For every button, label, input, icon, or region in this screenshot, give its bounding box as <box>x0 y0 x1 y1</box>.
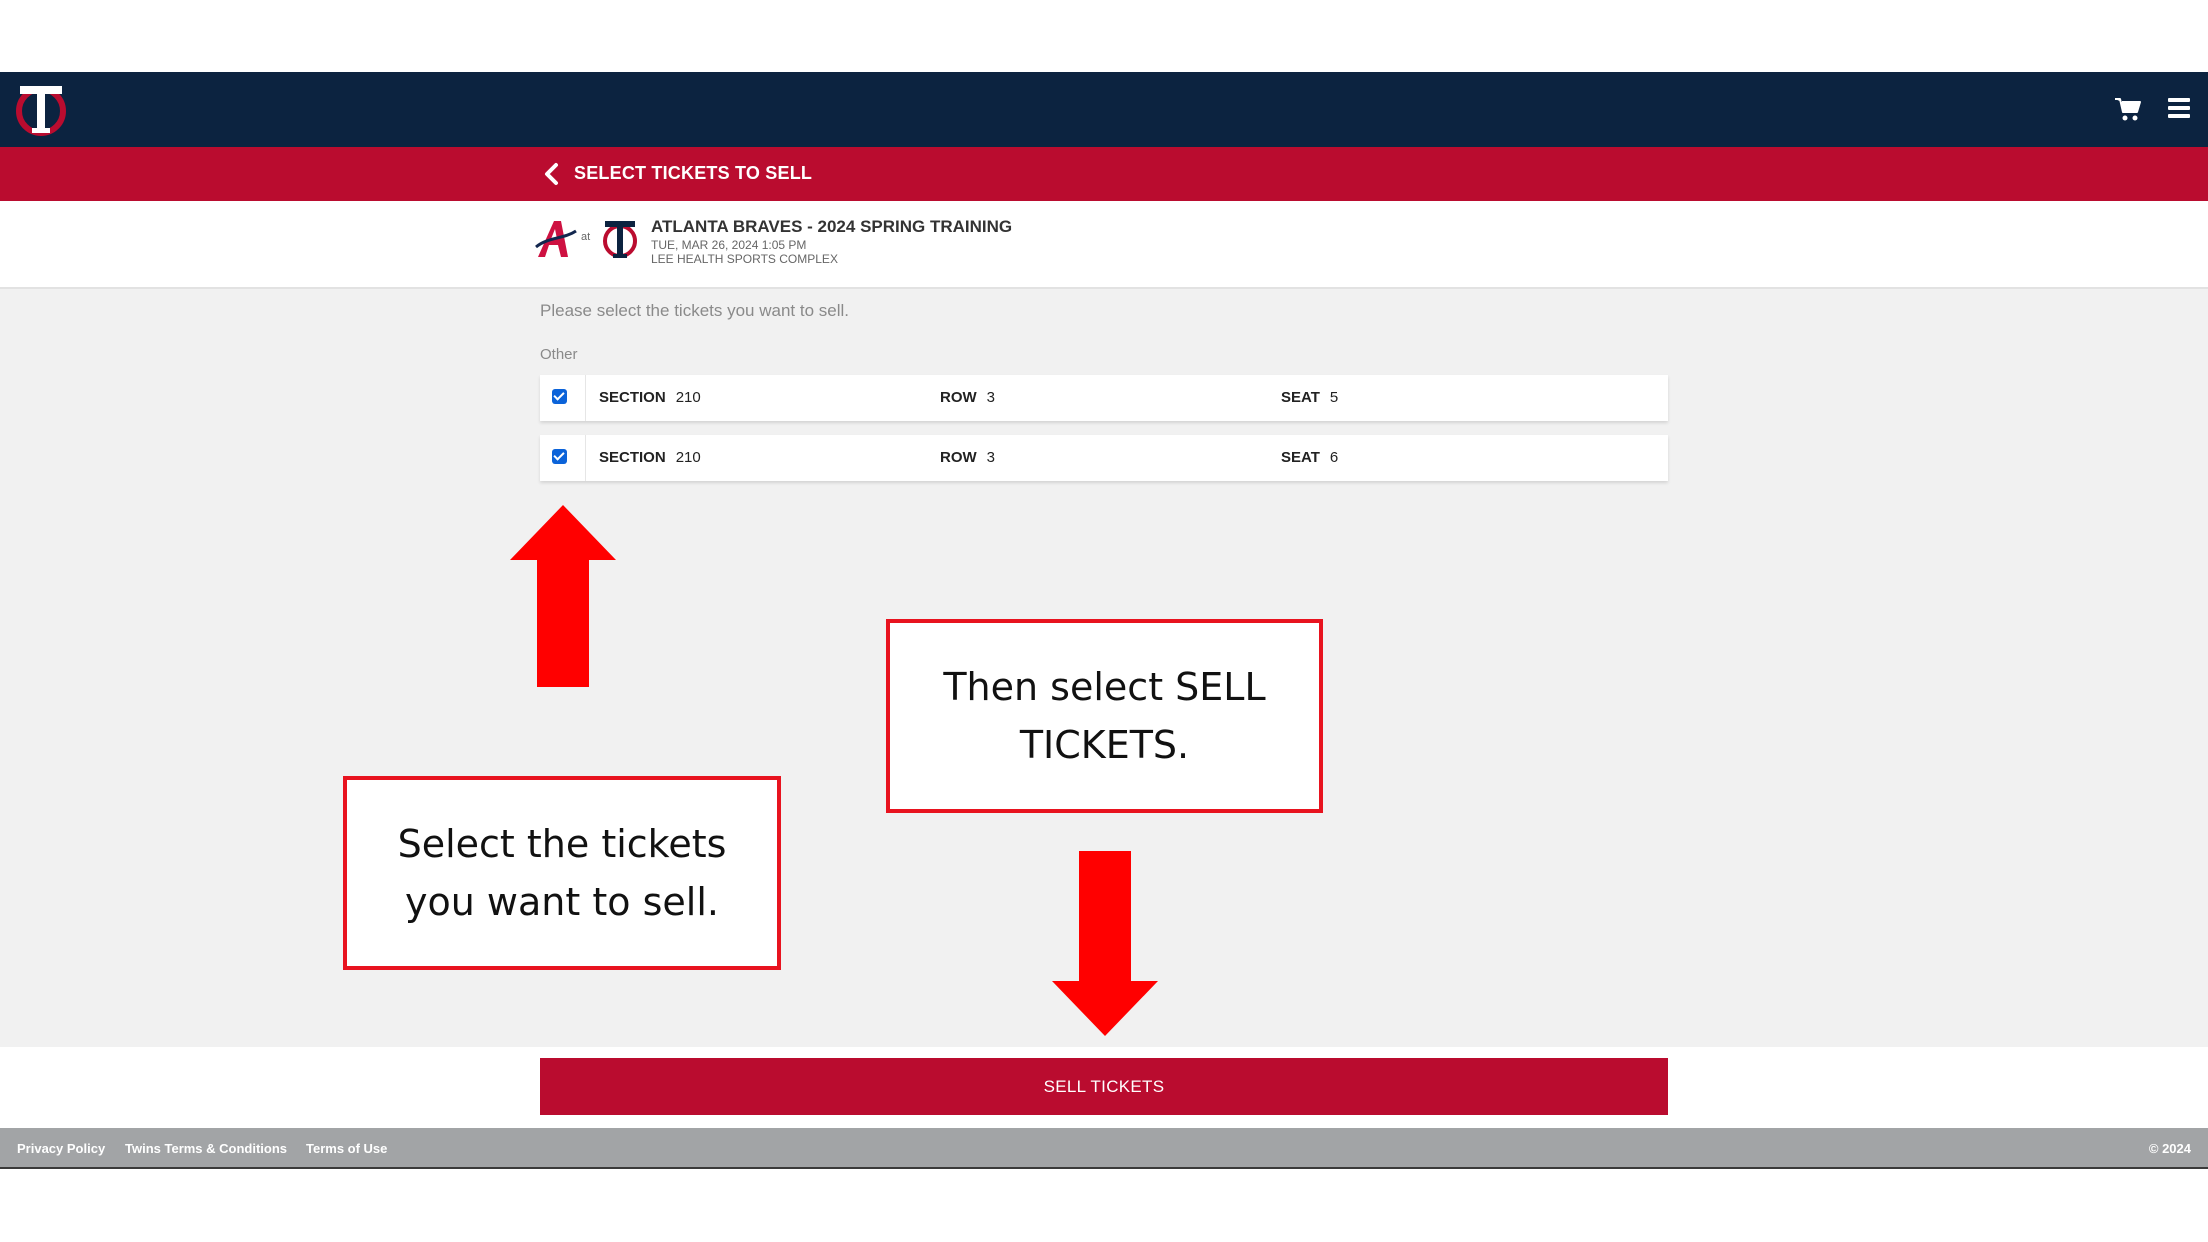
row-cell: ROW 3 <box>940 389 995 406</box>
callout-select-text: Select the tickets you want to sell. <box>397 822 727 924</box>
top-nav-bar <box>0 72 2208 147</box>
section-value: 210 <box>675 449 701 466</box>
sell-tickets-button[interactable]: SELL TICKETS <box>540 1058 1668 1115</box>
row-label: ROW <box>940 389 977 406</box>
twins-logo-icon[interactable] <box>10 78 72 140</box>
row-cell: ROW 3 <box>940 449 995 466</box>
braves-logo-icon <box>535 221 577 257</box>
ticket-group-label: Other <box>540 346 578 363</box>
arrow-up-icon <box>510 505 616 687</box>
section-value: 210 <box>675 389 701 406</box>
seat-cell: SEAT 6 <box>1281 449 1338 466</box>
seat-cell: SEAT 5 <box>1281 389 1338 406</box>
row-value: 3 <box>986 389 996 406</box>
section-cell: SECTION 210 <box>599 449 701 466</box>
ticket-row[interactable]: SECTION 210 ROW 3 SEAT 5 <box>540 375 1668 421</box>
terms-of-use-link[interactable]: Terms of Use <box>306 1141 387 1156</box>
seat-label: SEAT <box>1281 389 1320 406</box>
checkbox-cell <box>540 435 586 481</box>
twins-terms-link[interactable]: Twins Terms & Conditions <box>125 1141 287 1156</box>
page-title: SELECT TICKETS TO SELL <box>574 163 813 183</box>
hamburger-menu-icon[interactable] <box>2168 98 2190 120</box>
row-value: 3 <box>986 449 996 466</box>
screen: SELECT TICKETS TO SELL at ATLANTA BRAVES… <box>0 0 2208 1242</box>
callout-sell-text: Then select SELL TICKETS. <box>943 665 1266 767</box>
seat-value: 6 <box>1329 449 1339 466</box>
event-venue: LEE HEALTH SPORTS COMPLEX <box>651 252 838 266</box>
row-label: ROW <box>940 449 977 466</box>
section-label: SECTION <box>599 449 666 466</box>
callout-sell-instruction: Then select SELL TICKETS. <box>886 619 1323 813</box>
checkbox-cell <box>540 375 586 421</box>
event-header: at ATLANTA BRAVES - 2024 SPRING TRAINING… <box>0 201 2208 289</box>
footer-divider <box>0 1167 2208 1169</box>
arrow-down-icon <box>1052 851 1158 1036</box>
at-label: at <box>581 231 591 243</box>
copyright-text: © 2024 <box>2148 1141 2191 1156</box>
chevron-left-icon[interactable] <box>542 162 560 186</box>
seat-label: SEAT <box>1281 449 1320 466</box>
privacy-policy-link[interactable]: Privacy Policy <box>17 1141 105 1156</box>
callout-select-instruction: Select the tickets you want to sell. <box>343 776 781 970</box>
ticket-row[interactable]: SECTION 210 ROW 3 SEAT 6 <box>540 435 1668 481</box>
event-date: TUE, MAR 26, 2024 1:05 PM <box>651 238 807 252</box>
ticket-checkbox[interactable] <box>552 449 567 464</box>
twins-logo-icon <box>603 221 637 258</box>
shopping-cart-icon[interactable] <box>2114 96 2142 122</box>
event-title: ATLANTA BRAVES - 2024 SPRING TRAINING <box>651 217 1013 236</box>
action-bar: SELL TICKETS <box>0 1047 2208 1128</box>
instructions-text: Please select the tickets you want to se… <box>540 301 849 320</box>
section-label: SECTION <box>599 389 666 406</box>
ticket-checkbox[interactable] <box>552 389 567 404</box>
seat-value: 5 <box>1329 389 1339 406</box>
page-title-bar: SELECT TICKETS TO SELL <box>0 147 2208 201</box>
section-cell: SECTION 210 <box>599 389 701 406</box>
footer: Privacy Policy Twins Terms & Conditions … <box>0 1128 2208 1169</box>
